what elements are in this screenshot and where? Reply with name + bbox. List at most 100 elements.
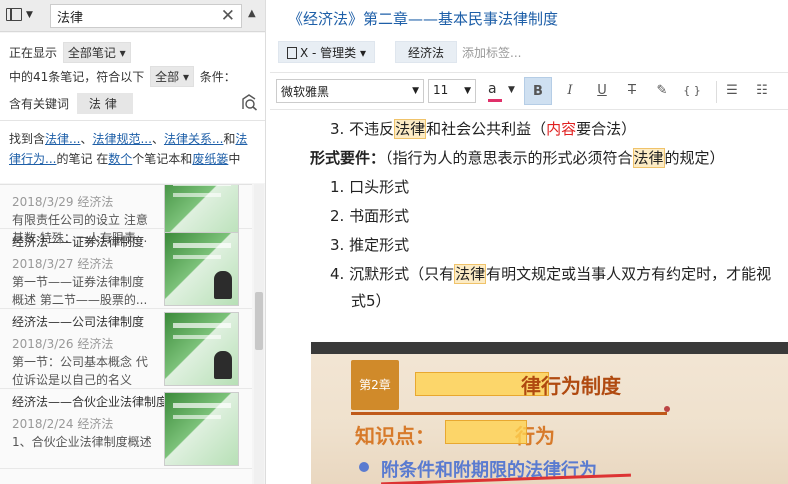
result-prefix: 找到含 (9, 132, 46, 146)
note-meta: 2018/3/26 经济法 (12, 337, 114, 351)
result-mid: 个笔记本和 (132, 152, 193, 166)
note-meta: 2018/2/24 经济法 (12, 417, 114, 431)
filter-row-count: 中的41条笔记，符合以下 全部 ▾ 条件： (9, 66, 236, 87)
note-meta: 2018/3/27 经济法 (12, 257, 114, 271)
keyword-label: 含有关键词 (9, 97, 70, 111)
chevron-down-icon: ▼ (412, 86, 419, 96)
doc-line: 2. 书面形式 (330, 207, 410, 225)
font-size-select[interactable]: 11 ▼ (428, 79, 476, 103)
note-meta-bar: X - 管理类 ▾ 经济法 添加标签... (270, 36, 788, 68)
doc-line: 3. 不违反法律和社会公共利益（内容要合法） (330, 118, 636, 139)
result-link-3[interactable]: 法律关系... (164, 132, 223, 146)
list-item[interactable]: 2018/3/29 经济法 有限责任公司的设立 注意基数 特殊：一人有限责... (0, 185, 252, 245)
view-toggle-button[interactable]: ▼ (6, 7, 44, 25)
search-filter: 正在显示 全部笔记 ▾ 中的41条笔记，符合以下 全部 ▾ 条件： 含有关键词 … (0, 33, 265, 183)
font-family-value: 微软雅黑 (281, 85, 330, 99)
note-thumbnail (164, 392, 239, 466)
filter-row-keyword: 含有关键词 法律 (9, 93, 133, 114)
bold-button[interactable]: B (524, 77, 552, 105)
chapter-text: 第2章 (359, 378, 391, 392)
bullet-list-icon: ☰ (726, 83, 738, 98)
strikethrough-button[interactable]: T (618, 77, 646, 105)
font-color-icon: a (488, 81, 497, 97)
text: 3. 不违反 (330, 120, 395, 138)
scrollbar-thumb[interactable] (255, 292, 263, 350)
match-value: 全部 (155, 70, 180, 84)
numbered-list-button[interactable]: ☷ (748, 77, 776, 105)
condition-label: 条件： (199, 70, 236, 84)
note-title: 经济法——合伙企业法律制度 (12, 395, 169, 409)
search-highlight-box (445, 420, 527, 444)
highlight-button[interactable]: ✎ (648, 77, 676, 105)
kp-label: 知识点： (355, 424, 435, 448)
note-snippet: 第一节：公司基本概念 代位诉讼是以自己的名义为... (12, 355, 148, 387)
code-button[interactable]: { } (678, 77, 706, 105)
notes-scope-dropdown[interactable]: 全部笔记 ▾ (62, 42, 131, 63)
search-highlight: 法律 (454, 264, 487, 284)
divider (0, 120, 265, 121)
text: 4. 沉默形式（只有 (330, 265, 455, 283)
tag-chip[interactable]: 经济法 (395, 41, 458, 63)
bullet-dot (359, 462, 369, 472)
note-title: 经济法——证券法律制度 (12, 235, 145, 249)
list-item[interactable]: 经济法——合伙企业法律制度 2018/2/24 经济法 1、合伙企业法律制度概述 (0, 389, 252, 469)
note-list-panel: ▼ ✕ ▲ 正在显示 全部笔记 ▾ 中的41条笔记，符合以下 全部 ▾ 条件： … (0, 0, 266, 484)
chevron-down-icon: ▼ (508, 85, 515, 95)
embedded-image[interactable]: 第2章 律行为制度 知识点： 行为 附条件和附期限的法律行为 (311, 342, 788, 484)
font-color-button[interactable]: a ▼ (484, 79, 518, 105)
text: 要合法） (576, 120, 637, 138)
text: 有明文规定或当事人双方有约定时，才能视 (486, 265, 772, 283)
image-top-band (311, 342, 788, 354)
clear-search-icon[interactable]: ✕ (221, 7, 235, 25)
bold-text: 形式要件： (310, 149, 386, 167)
highlighter-icon: ✎ (656, 83, 668, 98)
note-thumbnail (164, 312, 239, 386)
doc-line: 式5） (351, 292, 391, 310)
text: （指行为人的意思表示的形式必须符合 (385, 149, 633, 167)
showing-label: 正在显示 (9, 46, 58, 60)
image-rule (351, 412, 667, 415)
result-link-1[interactable]: 法律... (45, 132, 80, 146)
note-list-scrollbar[interactable] (254, 184, 264, 484)
note-body[interactable]: 3. 不违反法律和社会公共利益（内容要合法） 形式要件：（指行为人的意思表示的形… (270, 112, 788, 484)
chapter-badge: 第2章 (351, 360, 399, 410)
toolbar-divider (716, 81, 717, 103)
text: 的规定） (664, 149, 725, 167)
note-editor: 《经济法》第二章——基本民事法律制度 X - 管理类 ▾ 经济法 添加标签...… (270, 0, 788, 484)
keyword-chip[interactable]: 法律 (76, 93, 133, 114)
chevron-down-icon: ▼ (464, 86, 471, 96)
collapse-icon[interactable]: ▲ (248, 8, 256, 19)
count-text: 中的41条笔记，符合以下 (9, 70, 145, 84)
note-snippet: 1、合伙企业法律制度概述 (12, 435, 152, 449)
list-view-icon (6, 8, 22, 21)
doc-line: 形式要件：（指行为人的意思表示的形式必须符合法律的规定） (310, 147, 725, 168)
list-item[interactable]: 经济法——公司法律制度 2018/3/26 经济法 第一节：公司基本概念 代位诉… (0, 309, 252, 389)
filter-row-showing: 正在显示 全部笔记 ▾ (9, 42, 133, 63)
search-input[interactable] (51, 5, 211, 27)
image-title-text: 律行为制度 (521, 374, 621, 398)
result-link-2[interactable]: 法律规范... (92, 132, 151, 146)
search-highlight: 法律 (632, 148, 665, 168)
search-field[interactable]: ✕ (50, 4, 242, 28)
notebook-icon (287, 47, 297, 59)
notebook-selector[interactable]: X - 管理类 ▾ (278, 41, 376, 63)
match-dropdown[interactable]: 全部 ▾ (150, 66, 194, 87)
notebook-count-link[interactable]: 数个 (108, 152, 132, 166)
list-item[interactable]: 经济法——证券法律制度 2018/3/27 经济法 第一节——证券法律制度概述 … (0, 229, 252, 309)
numbered-list-icon: ☷ (756, 83, 768, 98)
font-family-select[interactable]: 微软雅黑 ▼ (276, 79, 424, 103)
add-tag-input[interactable]: 添加标签... (462, 44, 521, 61)
italic-button[interactable]: I (556, 77, 584, 105)
search-highlight: 法律 (394, 119, 427, 139)
bold-icon: B (533, 84, 543, 99)
bullet-list-button[interactable]: ☰ (718, 77, 746, 105)
format-toolbar: 微软雅黑 ▼ 11 ▼ a ▼ B I U T ✎ { } ☰ ☷ (270, 72, 788, 110)
note-list: 2018/3/29 经济法 有限责任公司的设立 注意基数 特殊：一人有限责...… (0, 184, 252, 484)
note-title: 经济法——公司法律制度 (12, 315, 145, 329)
red-text: 内容 (546, 120, 577, 138)
underline-button[interactable]: U (588, 77, 616, 105)
save-search-icon[interactable] (240, 93, 258, 111)
notebook-name: X - 管理类 (300, 46, 357, 60)
note-title-field[interactable]: 《经济法》第二章——基本民事法律制度 (288, 8, 558, 29)
trash-link[interactable]: 废纸篓 (192, 152, 228, 166)
